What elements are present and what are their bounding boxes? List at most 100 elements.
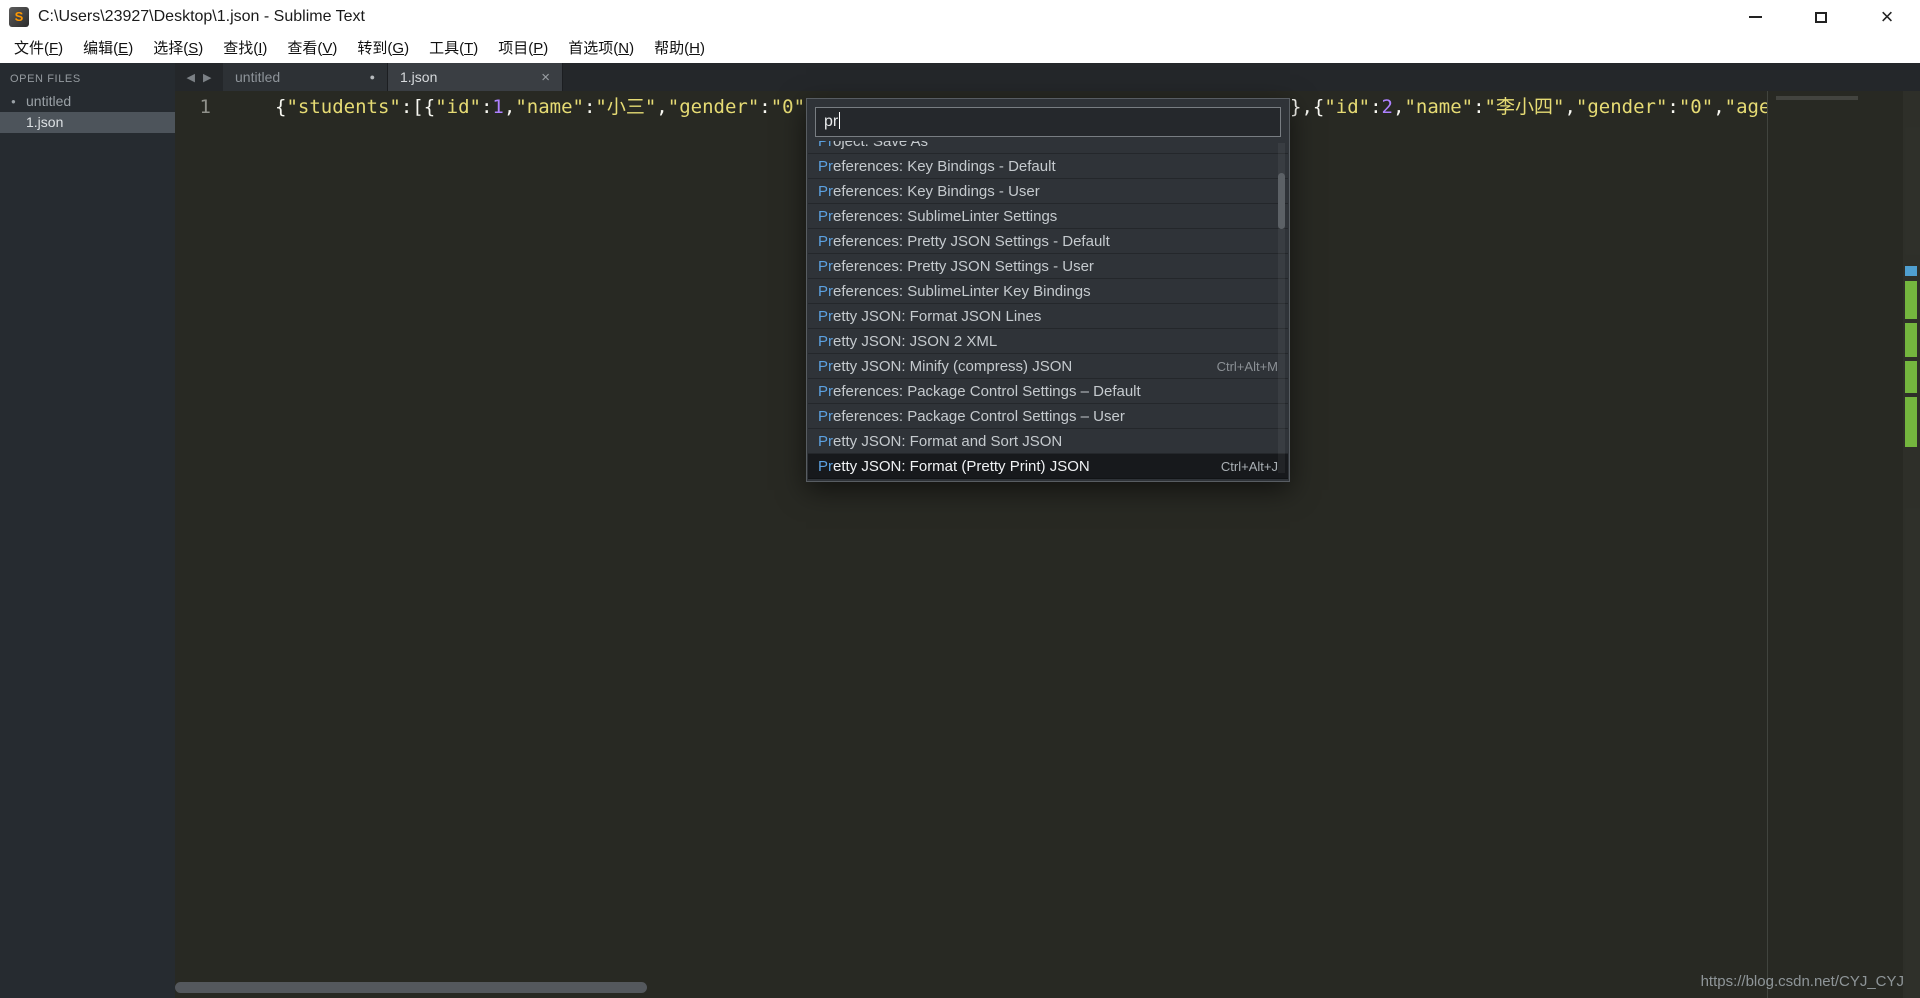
code-token: 2: [1381, 96, 1393, 118]
match-highlight: Pr: [818, 283, 833, 300]
nav-forward-icon[interactable]: ▶: [203, 71, 211, 84]
menu-item-I[interactable]: 查找(I): [213, 34, 277, 63]
palette-item-label: eferences: Package Control Settings – Us…: [833, 408, 1125, 425]
palette-item-label: oject: Save As: [833, 141, 929, 150]
modified-dot-icon: ●: [369, 72, 375, 82]
menu-item-E[interactable]: 编辑(E): [73, 34, 143, 63]
sidebar-file-1.json[interactable]: 1.json: [0, 112, 175, 133]
tab-untitled[interactable]: untitled ●: [223, 63, 388, 91]
palette-item[interactable]: Preferences: Key Bindings - User: [808, 179, 1288, 204]
palette-item[interactable]: Preferences: Pretty JSON Settings - Defa…: [808, 229, 1288, 254]
sublime-window: S C:\Users\23927\Desktop\1.json - Sublim…: [0, 0, 1920, 998]
match-highlight: Pr: [818, 308, 833, 325]
nav-back-icon[interactable]: ◀: [187, 71, 195, 84]
palette-item[interactable]: Preferences: Package Control Settings – …: [808, 379, 1288, 404]
watermark: https://blog.csdn.net/CYJ_CYJ: [1700, 973, 1904, 990]
sidebar-file-label: untitled: [26, 93, 72, 109]
match-highlight: Pr: [818, 333, 833, 350]
match-highlight: Pr: [818, 158, 833, 175]
palette-item-label: etty JSON: Minify (compress) JSON: [833, 358, 1073, 375]
menu-item-N[interactable]: 首选项(N): [558, 34, 644, 63]
code-token: :: [480, 96, 493, 118]
close-icon: ×: [1880, 4, 1894, 29]
code-token: "name": [515, 96, 584, 118]
code-token: :: [1473, 96, 1485, 118]
code-token: "0": [770, 96, 806, 118]
line-number: 1: [199, 96, 211, 118]
menu-item-H[interactable]: 帮助(H): [644, 34, 715, 63]
modified-dot-icon: ●: [11, 97, 16, 106]
code-token: {: [275, 96, 287, 118]
code-token: :: [400, 96, 413, 118]
horizontal-scrollbar[interactable]: [175, 981, 1767, 994]
palette-item[interactable]: Pretty JSON: Minify (compress) JSON Ctrl+…: [808, 354, 1288, 379]
match-highlight: Pr: [818, 208, 833, 225]
gutter-mark: [1905, 397, 1917, 447]
minimap[interactable]: [1768, 91, 1903, 998]
minimize-button[interactable]: [1722, 0, 1788, 34]
palette-item[interactable]: Preferences: Package Control Settings – …: [808, 404, 1288, 429]
maximize-button[interactable]: [1788, 0, 1854, 34]
close-button[interactable]: ×: [1854, 0, 1920, 34]
menu-item-S[interactable]: 选择(S): [143, 34, 213, 63]
palette-item[interactable]: Preferences: Key Bindings - Default: [808, 154, 1288, 179]
code-line-left: {"students":[{"id":1,"name":"小三","gender…: [275, 95, 817, 119]
tab-nav: ◀ ▶: [175, 63, 223, 91]
code-token: "gender": [1575, 96, 1668, 118]
title-bar: S C:\Users\23927\Desktop\1.json - Sublim…: [0, 0, 1920, 34]
palette-item[interactable]: Pretty JSON: Format JSON Lines: [808, 304, 1288, 329]
palette-item[interactable]: Pretty JSON: Format (Pretty Print) JSON C…: [808, 454, 1288, 479]
code-token: "id": [1324, 96, 1371, 118]
sidebar-file-label: 1.json: [26, 114, 64, 130]
palette-item[interactable]: Pretty JSON: Format and Sort JSON: [808, 429, 1288, 454]
horizontal-scrollbar-thumb[interactable]: [175, 982, 647, 993]
menu-item-F[interactable]: 文件(F): [4, 34, 73, 63]
code-line-right: },{"id":2,"name":"李小四","gender":"0","age…: [1290, 95, 1767, 119]
menu-bar: 文件(F) 编辑(E) 选择(S) 查找(I) 查看(V) 转到(G) 工具(T) 项目(P)…: [0, 34, 1920, 63]
sidebar-file-untitled[interactable]: ● untitled: [0, 91, 175, 112]
menu-item-T[interactable]: 工具(T): [419, 34, 488, 63]
window-title: C:\Users\23927\Desktop\1.json - Sublime …: [38, 8, 365, 25]
shortcut-label: Ctrl+Alt+M: [1216, 359, 1278, 374]
app-icon: S: [9, 7, 29, 27]
code-token: "小三": [595, 96, 657, 118]
palette-item[interactable]: Project: Save As: [808, 141, 1288, 154]
palette-item-label: etty JSON: Format JSON Lines: [833, 308, 1042, 325]
palette-item-label: eferences: Pretty JSON Settings - Defaul…: [833, 233, 1110, 250]
menu-item-V[interactable]: 查看(V): [277, 34, 347, 63]
code-token: ,: [656, 96, 668, 118]
code-token: "students": [286, 96, 401, 118]
tab-label: untitled: [235, 69, 281, 85]
code-token: "age": [1724, 96, 1767, 118]
match-highlight: Pr: [818, 358, 833, 375]
tabs: untitled ● 1.json ×: [223, 63, 563, 91]
gutter-mark: [1905, 266, 1917, 276]
palette-scrollbar-thumb[interactable]: [1278, 173, 1285, 229]
palette-item-label: etty JSON: Format (Pretty Print) JSON: [833, 458, 1090, 475]
code-token: ,: [1713, 96, 1725, 118]
tab-close-icon[interactable]: ×: [541, 69, 550, 86]
palette-item-label: eferences: Package Control Settings – De…: [833, 383, 1141, 400]
sidebar: OPEN FILES ● untitled 1.json: [0, 63, 175, 998]
scrollbar-annotation-strip[interactable]: [1903, 91, 1920, 998]
code-token: ,: [1393, 96, 1405, 118]
command-palette-list: Project: Save As Preferences: Key Binding…: [808, 141, 1288, 479]
code-token: "0": [1678, 96, 1714, 118]
palette-item[interactable]: Pretty JSON: JSON 2 XML: [808, 329, 1288, 354]
code-token: :: [1370, 96, 1382, 118]
open-files-header: OPEN FILES: [10, 73, 81, 85]
shortcut-label: Ctrl+Alt+J: [1220, 459, 1278, 474]
minimap-code-line: [1776, 96, 1858, 100]
palette-item-label: eferences: SublimeLinter Key Bindings: [833, 283, 1091, 300]
palette-item[interactable]: Preferences: SublimeLinter Key Bindings: [808, 279, 1288, 304]
palette-item-label: eferences: Pretty JSON Settings - User: [833, 258, 1094, 275]
tab-1.json[interactable]: 1.json ×: [388, 63, 563, 91]
code-token: "gender": [667, 96, 760, 118]
tab-bar: ◀ ▶ untitled ● 1.json ×: [175, 63, 1920, 91]
palette-item[interactable]: Preferences: Pretty JSON Settings - User: [808, 254, 1288, 279]
match-highlight: Pr: [818, 141, 833, 150]
menu-item-P[interactable]: 项目(P): [488, 34, 558, 63]
menu-item-G[interactable]: 转到(G): [347, 34, 419, 63]
command-palette-input[interactable]: pr: [815, 107, 1281, 137]
palette-item[interactable]: Preferences: SublimeLinter Settings: [808, 204, 1288, 229]
